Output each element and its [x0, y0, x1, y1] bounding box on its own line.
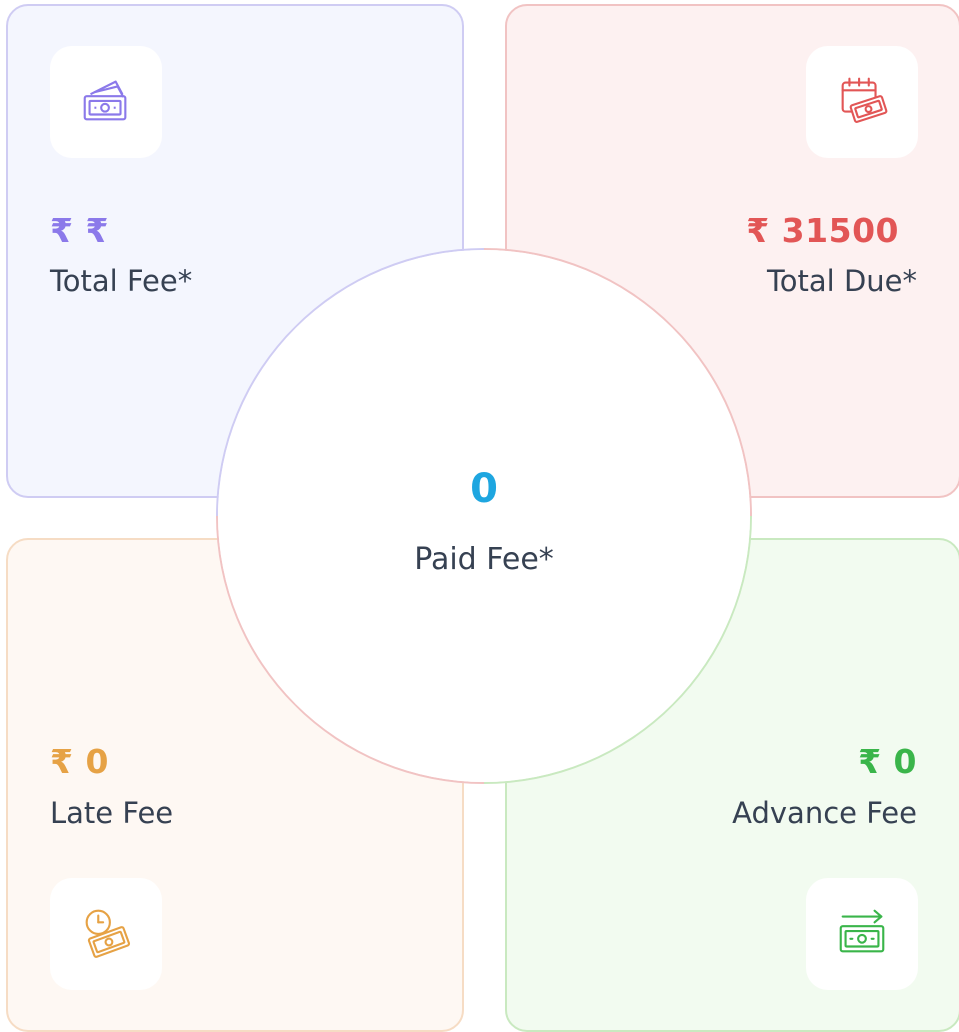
total-due-amount: ₹ 31500 — [746, 211, 899, 250]
clock-money-icon — [77, 903, 135, 965]
paid-fee-circle[interactable] — [218, 250, 750, 782]
paid-fee-label: Paid Fee* — [414, 542, 554, 577]
advance-fee-label: Advance Fee — [732, 796, 917, 830]
total-fee-label: Total Fee* — [50, 264, 193, 298]
total-fee-amount: ₹ ₹ — [50, 211, 109, 250]
calendar-money-icon — [833, 71, 891, 133]
late-fee-label: Late Fee — [50, 796, 174, 830]
money-notes-icon — [77, 71, 135, 133]
total-due-label: Total Due* — [767, 264, 917, 298]
advance-fee-icon-container — [806, 878, 918, 990]
paid-fee-value: 0 — [470, 466, 498, 512]
late-fee-icon-container — [50, 878, 162, 990]
late-fee-amount: ₹ 0 — [50, 742, 109, 781]
total-due-icon-container — [806, 46, 918, 158]
money-arrow-icon — [833, 903, 891, 965]
total-fee-icon-container — [50, 46, 162, 158]
advance-fee-amount: ₹ 0 — [858, 742, 917, 781]
